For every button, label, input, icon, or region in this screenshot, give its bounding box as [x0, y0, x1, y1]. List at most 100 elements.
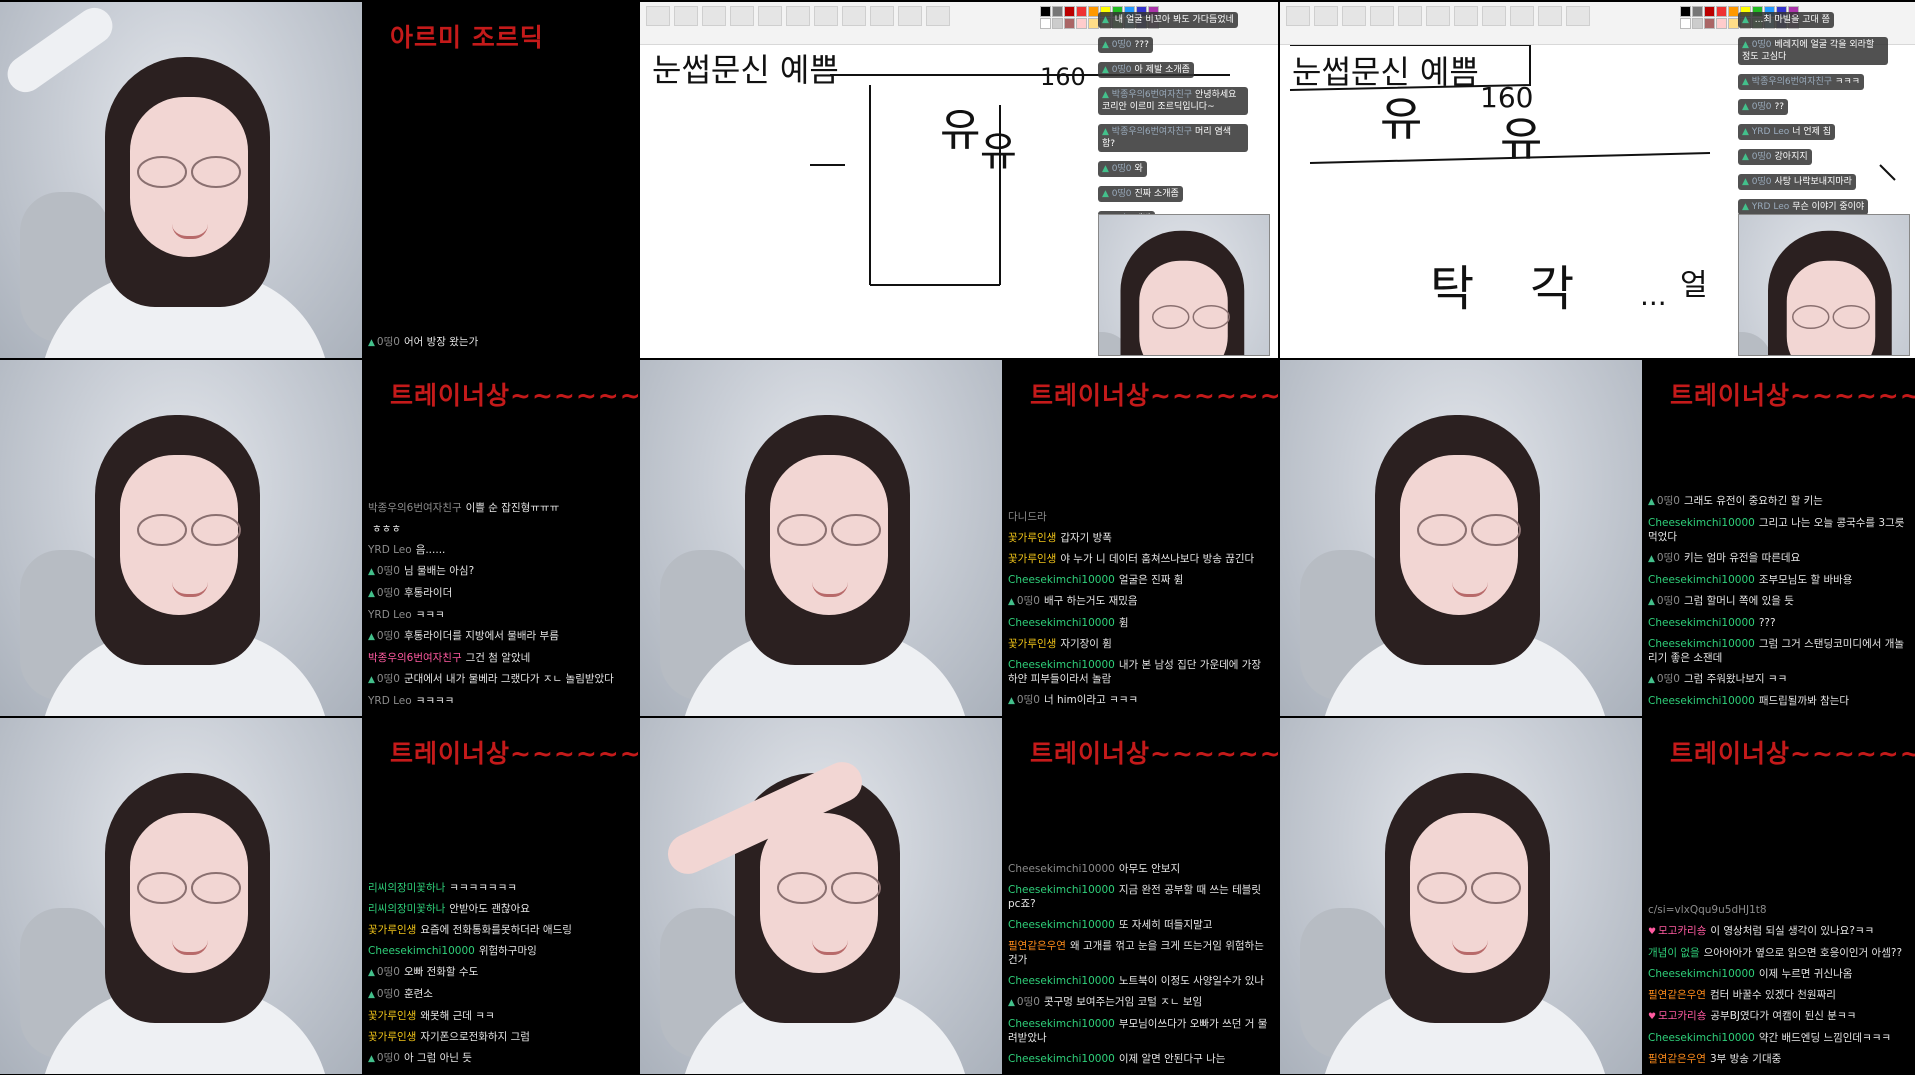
- ribbon-tool-button[interactable]: [1426, 6, 1450, 26]
- ribbon-tool-button[interactable]: [1370, 6, 1394, 26]
- chat-nickname[interactable]: 0띵0: [377, 587, 400, 599]
- chat-nickname[interactable]: YRD Leo: [1752, 202, 1789, 212]
- chat-nickname[interactable]: 박종우의6번여자친구: [368, 652, 462, 664]
- chat-nickname[interactable]: 0띵0: [1657, 552, 1680, 564]
- ribbon-tool-button[interactable]: [758, 6, 782, 26]
- chat-nickname[interactable]: Cheesekimchi10000: [1648, 517, 1755, 529]
- chat-nickname[interactable]: 필연같은우연: [1008, 940, 1066, 952]
- ribbon-tool-button[interactable]: [870, 6, 894, 26]
- palette-swatch[interactable]: [1040, 6, 1051, 17]
- palette-swatch[interactable]: [1076, 6, 1087, 17]
- chat-nickname[interactable]: 0띵0: [1752, 40, 1772, 50]
- chat-nickname[interactable]: 꽃가루인생: [368, 1031, 416, 1043]
- palette-swatch[interactable]: [1680, 18, 1691, 29]
- palette-swatch[interactable]: [1680, 6, 1691, 17]
- chat-nickname[interactable]: Cheesekimchi10000: [1008, 919, 1115, 931]
- ribbon-tool-button[interactable]: [1342, 6, 1366, 26]
- ribbon-tool-button[interactable]: [898, 6, 922, 26]
- chat-nickname[interactable]: 0띵0: [1112, 164, 1132, 174]
- chat-nickname[interactable]: Cheesekimchi10000: [1008, 975, 1115, 987]
- chat-nickname[interactable]: 모고카리숑: [1658, 1010, 1706, 1022]
- palette-swatch[interactable]: [1052, 6, 1063, 17]
- chat-nickname[interactable]: Cheesekimchi10000: [1648, 617, 1755, 629]
- chat-nickname[interactable]: 꽃가루인생: [1008, 553, 1056, 565]
- chat-nickname[interactable]: 다니드라: [1008, 511, 1047, 523]
- chat-nickname[interactable]: 0띵0: [1657, 595, 1680, 607]
- chat-nickname[interactable]: Cheesekimchi10000: [1648, 574, 1755, 586]
- chat-nickname[interactable]: 0띵0: [377, 966, 400, 978]
- ribbon-tool-button[interactable]: [1538, 6, 1562, 26]
- chat-nickname[interactable]: 박종우의6번여자친구: [1112, 90, 1192, 100]
- chat-nickname[interactable]: YRD Leo: [1752, 127, 1789, 137]
- chat-nickname[interactable]: 0띵0: [377, 630, 400, 642]
- chat-nickname[interactable]: 0띵0: [1112, 65, 1132, 75]
- chat-nickname[interactable]: Cheesekimchi10000: [1648, 968, 1755, 980]
- chat-nickname[interactable]: 박종우의6번여자친구: [368, 502, 462, 514]
- chat-nickname[interactable]: Cheesekimchi10000: [1008, 1018, 1115, 1030]
- chat-nickname[interactable]: c/si=vlxQqu9u5dHJ1t8: [1648, 904, 1767, 916]
- chat-nickname[interactable]: 0띵0: [1752, 102, 1772, 112]
- ribbon-tool-button[interactable]: [842, 6, 866, 26]
- chat-nickname[interactable]: 0띵0: [377, 1052, 400, 1064]
- chat-nickname[interactable]: Cheesekimchi10000: [1008, 659, 1115, 671]
- chat-nickname[interactable]: 0띵0: [377, 988, 400, 1000]
- ribbon-tool-button[interactable]: [1314, 6, 1338, 26]
- ribbon-tool-button[interactable]: [702, 6, 726, 26]
- palette-swatch[interactable]: [1692, 18, 1703, 29]
- chat-nickname[interactable]: 0띵0: [1017, 694, 1040, 706]
- chat-nickname[interactable]: 0띵0: [1112, 40, 1132, 50]
- chat-nickname[interactable]: YRD Leo: [368, 609, 412, 621]
- palette-swatch[interactable]: [1716, 6, 1727, 17]
- chat-nickname[interactable]: YRD Leo: [368, 544, 412, 556]
- chat-nickname[interactable]: 0띵0: [377, 673, 400, 685]
- ribbon-tool-button[interactable]: [926, 6, 950, 26]
- chat-nickname[interactable]: 0띵0: [1657, 673, 1680, 685]
- chat-nickname[interactable]: 필연같은우연: [1648, 1053, 1706, 1065]
- chat-nickname[interactable]: 필연같은우연: [1648, 989, 1706, 1001]
- palette-swatch[interactable]: [1052, 18, 1063, 29]
- chat-nickname[interactable]: Cheesekimchi10000: [1008, 884, 1115, 896]
- chat-nickname[interactable]: 리씨의장미꽃하나: [368, 903, 445, 915]
- chat-nickname[interactable]: 리씨의장미꽃하나: [368, 882, 445, 894]
- chat-nickname[interactable]: Cheesekimchi10000: [1008, 574, 1115, 586]
- palette-swatch[interactable]: [1076, 18, 1087, 29]
- chat-nickname[interactable]: Cheesekimchi10000: [1008, 863, 1115, 875]
- ribbon-tool-button[interactable]: [814, 6, 838, 26]
- ribbon-tool-button[interactable]: [1482, 6, 1506, 26]
- ribbon-tool-button[interactable]: [1398, 6, 1422, 26]
- chat-nickname[interactable]: 꽃가루인생: [1008, 638, 1056, 650]
- palette-swatch[interactable]: [1064, 6, 1075, 17]
- ribbon-tool-button[interactable]: [674, 6, 698, 26]
- chat-nickname[interactable]: 0띵0: [1017, 595, 1040, 607]
- chat-nickname[interactable]: 꽃가루인생: [368, 1010, 416, 1022]
- chat-nickname[interactable]: Cheesekimchi10000: [1648, 1032, 1755, 1044]
- palette-swatch[interactable]: [1704, 18, 1715, 29]
- chat-nickname[interactable]: 0띵0: [1017, 996, 1040, 1008]
- ribbon-tool-button[interactable]: [1510, 6, 1534, 26]
- chat-nickname[interactable]: 박종우의6번여자친구: [1112, 127, 1192, 137]
- ribbon-tool-button[interactable]: [646, 6, 670, 26]
- palette-swatch[interactable]: [1716, 18, 1727, 29]
- ribbon-tool-button[interactable]: [1566, 6, 1590, 26]
- chat-nickname[interactable]: 모고카리숑: [1658, 925, 1706, 937]
- ribbon-tool-button[interactable]: [730, 6, 754, 26]
- chat-nickname[interactable]: 박종우의6번여자친구: [1752, 77, 1832, 87]
- chat-nickname[interactable]: 꽃가루인생: [1008, 532, 1056, 544]
- palette-swatch[interactable]: [1704, 6, 1715, 17]
- chat-nickname[interactable]: 꽃가루인생: [368, 924, 416, 936]
- chat-nickname[interactable]: 0띵0: [1752, 152, 1772, 162]
- chat-nickname[interactable]: Cheesekimchi10000: [1648, 638, 1755, 650]
- chat-nickname[interactable]: Cheesekimchi10000: [1008, 1053, 1115, 1065]
- chat-nickname[interactable]: Cheesekimchi10000: [368, 945, 475, 957]
- chat-nickname[interactable]: YRD Leo: [368, 695, 412, 707]
- palette-swatch[interactable]: [1040, 18, 1051, 29]
- chat-nickname[interactable]: Cheesekimchi10000: [1008, 617, 1115, 629]
- chat-nickname[interactable]: 0띵0: [1657, 495, 1680, 507]
- ribbon-tool-button[interactable]: [1286, 6, 1310, 26]
- chat-nickname[interactable]: 0띵0: [1752, 177, 1772, 187]
- chat-nickname[interactable]: 0띵0: [377, 336, 400, 348]
- ribbon-tool-button[interactable]: [1454, 6, 1478, 26]
- ribbon-tool-button[interactable]: [786, 6, 810, 26]
- chat-nickname[interactable]: 개념이 없을: [1648, 947, 1700, 959]
- chat-nickname[interactable]: 0띵0: [1112, 189, 1132, 199]
